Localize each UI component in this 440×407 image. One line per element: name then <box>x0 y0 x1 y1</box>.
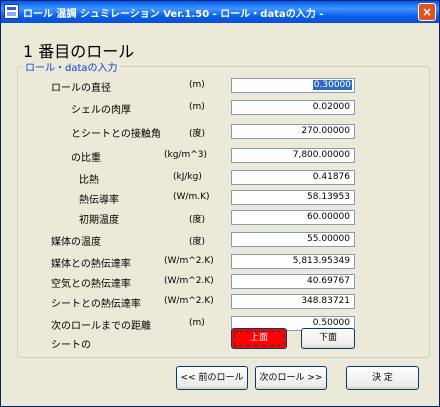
main-content: 1 番目のロール ロール・dataの入力 ロールの直径 (m) 0.30000 … <box>1 23 439 406</box>
next-roll-distance-label: 次のロールまでの距離 <box>51 321 151 332</box>
air-htc-field[interactable]: 40.69767 <box>231 274 355 289</box>
air-htc-unit: (W/m^2.K) <box>164 276 214 286</box>
contact-angle-unit: (度) <box>189 129 206 139</box>
thermal-conductivity-field[interactable]: 58.13953 <box>231 190 355 205</box>
specific-gravity-unit: (kg/m^3) <box>164 150 208 160</box>
roll-diameter-label: ロールの直径 <box>51 83 111 94</box>
specific-gravity-label: の比重 <box>71 153 101 164</box>
initial-temp-field[interactable]: 60.00000 <box>231 210 355 225</box>
shell-thickness-unit: (m) <box>189 102 205 112</box>
medium-htc-field[interactable]: 5,813.95349 <box>231 254 355 269</box>
specific-gravity-field[interactable]: 7,800.00000 <box>231 148 355 163</box>
medium-temp-field[interactable]: 55.00000 <box>231 232 355 247</box>
app-window: ロール 温調 シュミレーション Ver.1.50 - ロール・dataの入力 -… <box>0 0 440 407</box>
shell-thickness-field[interactable]: 0.02000 <box>231 100 355 115</box>
roll-diameter-unit: (m) <box>189 80 205 90</box>
roll-diameter-field[interactable]: 0.30000 <box>231 78 355 93</box>
thermal-conductivity-unit: (W/m.K) <box>173 192 210 202</box>
specific-heat-unit: (kJ/kg) <box>173 172 202 182</box>
shell-thickness-label: シェルの肉厚 <box>71 105 131 116</box>
title-bar[interactable]: ロール 温調 シュミレーション Ver.1.50 - ロール・dataの入力 -… <box>1 1 439 23</box>
thermal-conductivity-label: 熱伝導率 <box>79 195 119 206</box>
initial-temp-unit: (度) <box>189 215 206 225</box>
prev-roll-button[interactable]: << 前のロール <box>176 366 248 390</box>
sheet-htc-label: シートとの熱伝達率 <box>51 299 141 310</box>
medium-htc-unit: (W/m^2.K) <box>164 256 214 266</box>
medium-htc-label: 媒体との熱伝達率 <box>51 259 131 270</box>
sheet-bottom-button[interactable]: 下面 <box>301 328 355 349</box>
sheet-side-label: シートの <box>51 340 91 351</box>
air-htc-label: 空気との熱伝達率 <box>51 279 131 290</box>
medium-temp-unit: (度) <box>189 237 206 247</box>
confirm-button[interactable]: 決 定 <box>346 366 419 390</box>
group-title: ロール・dataの入力 <box>23 59 120 74</box>
window-title: ロール 温調 シュミレーション Ver.1.50 - ロール・dataの入力 - <box>23 9 324 20</box>
contact-angle-label: とシートとの接触角 <box>71 129 161 140</box>
specific-heat-field[interactable]: 0.41876 <box>231 170 355 185</box>
app-icon <box>4 4 19 19</box>
focus-ring <box>234 331 284 346</box>
close-button[interactable]: × <box>418 3 436 21</box>
contact-angle-field[interactable]: 270.00000 <box>231 124 355 139</box>
initial-temp-label: 初期温度 <box>79 215 119 226</box>
next-roll-button[interactable]: 次のロール >> <box>255 366 327 390</box>
sheet-top-button[interactable]: 上面 <box>231 328 287 349</box>
sheet-htc-unit: (W/m^2.K) <box>164 296 214 306</box>
sheet-htc-field[interactable]: 348.83721 <box>231 294 355 309</box>
next-roll-distance-unit: (m) <box>189 318 205 328</box>
medium-temp-label: 媒体の温度 <box>51 237 101 248</box>
specific-heat-label: 比熱 <box>79 175 99 186</box>
